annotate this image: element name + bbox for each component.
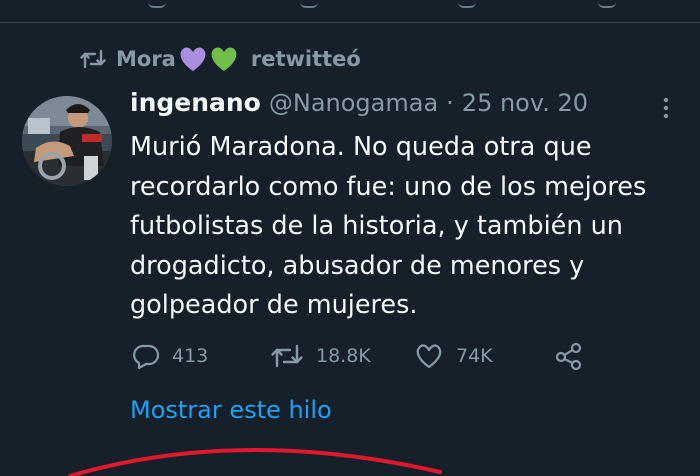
author-handle[interactable]: @Nanogamaa	[269, 89, 438, 117]
tweet-text-line: futbolistas de la historia, y también un	[130, 211, 623, 241]
header-separator: ·	[446, 89, 454, 117]
avatar[interactable]	[22, 96, 112, 186]
retweeter-name-emojis	[178, 45, 239, 73]
share-icon	[555, 342, 582, 370]
retweeter-name[interactable]: Mora	[116, 47, 176, 71]
tweet-divider	[0, 22, 700, 23]
retweet-count: 18.8K	[316, 345, 371, 367]
heart-icon	[416, 344, 442, 369]
retweet-icon	[80, 48, 106, 70]
green-heart-icon	[211, 47, 237, 71]
share-icon-edge	[598, 0, 616, 8]
reply-count: 413	[172, 345, 209, 367]
tweet-actions: 413 18.8K 74K	[130, 336, 690, 376]
purple-heart-icon	[180, 47, 206, 71]
retweet-context[interactable]: Mora retwitteó	[80, 42, 361, 76]
share-button[interactable]	[554, 336, 584, 376]
reply-icon-edge	[148, 0, 166, 8]
retweet-label: retwitteó	[250, 47, 361, 71]
tweet-text-line: recordarlo como fue: uno de los mejores	[130, 171, 647, 202]
reply-button[interactable]: 413	[132, 336, 208, 376]
tweet-header: ingenano @Nanogamaa · 25 nov. 20	[130, 88, 588, 128]
more-options-icon[interactable]	[654, 96, 678, 120]
tweet-date[interactable]: 25 nov. 20	[462, 89, 588, 117]
retweet-button[interactable]: 18.8K	[270, 336, 371, 376]
reply-icon	[133, 344, 160, 370]
retweet-icon	[271, 344, 303, 368]
like-icon-edge	[458, 0, 476, 8]
previous-tweet-actions-edge	[0, 0, 700, 22]
like-button[interactable]: 74K	[414, 336, 493, 376]
retweet-icon-edge	[300, 0, 318, 8]
like-count: 74K	[456, 345, 493, 367]
show-thread-link[interactable]: Mostrar este hilo	[130, 396, 332, 424]
tweet-text-line: Murió Maradona. No queda otra que	[130, 132, 592, 162]
author-display-name[interactable]: ingenano	[130, 88, 261, 117]
tweet-text-line: golpeador de mujeres.	[130, 290, 418, 320]
red-annotation-circle	[68, 448, 442, 476]
tweet-text: Murió Maradona. No queda otra que record…	[130, 128, 690, 326]
tweet-text-line: drogadicto, abusador de menores y	[130, 250, 585, 281]
